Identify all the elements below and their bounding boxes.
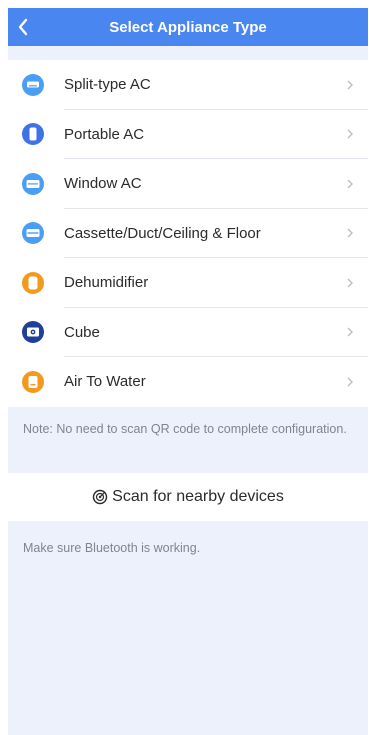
appliance-label: Split-type AC bbox=[64, 76, 151, 94]
portable-ac-icon bbox=[22, 123, 44, 146]
scan-nearby-button[interactable]: Scan for nearby devices bbox=[8, 472, 368, 521]
split-ac-icon bbox=[22, 73, 44, 96]
qr-note: Note: No need to scan QR code to complet… bbox=[23, 421, 347, 436]
dehumidifier-icon bbox=[22, 271, 44, 294]
appliance-list: Split-type AC Portable AC Window AC Cass… bbox=[8, 60, 368, 407]
scan-label: Scan for nearby devices bbox=[112, 487, 284, 505]
cube-icon bbox=[22, 321, 44, 344]
appliance-row-dehumidifier[interactable]: Dehumidifier bbox=[8, 258, 368, 308]
app-screen: Select Appliance Type Split-type AC Port… bbox=[8, 8, 368, 735]
appliance-row-portable-ac[interactable]: Portable AC bbox=[8, 110, 368, 159]
chevron-right-icon bbox=[347, 327, 353, 337]
appliance-label: Window AC bbox=[64, 175, 142, 193]
chevron-right-icon bbox=[347, 228, 353, 238]
appliance-label: Dehumidifier bbox=[64, 274, 149, 292]
appliance-label: Portable AC bbox=[64, 125, 145, 143]
page-title: Select Appliance Type bbox=[109, 18, 267, 36]
header-bar: Select Appliance Type bbox=[8, 8, 368, 46]
bluetooth-note: Make sure Bluetooth is working. bbox=[23, 540, 201, 555]
chevron-left-icon bbox=[18, 18, 28, 36]
chevron-right-icon bbox=[347, 129, 353, 139]
appliance-row-cube[interactable]: Cube bbox=[8, 308, 368, 357]
appliance-row-cassette[interactable]: Cassette/Duct/Ceiling & Floor bbox=[8, 209, 368, 258]
air-to-water-icon bbox=[22, 370, 44, 393]
cassette-ac-icon bbox=[22, 222, 44, 245]
window-ac-icon bbox=[22, 172, 44, 195]
appliance-label: Air To Water bbox=[64, 373, 146, 391]
chevron-right-icon bbox=[347, 377, 353, 387]
chevron-right-icon bbox=[347, 179, 353, 189]
scan-icon bbox=[92, 489, 108, 504]
appliance-row-window-ac[interactable]: Window AC bbox=[8, 159, 368, 209]
appliance-row-air-to-water[interactable]: Air To Water bbox=[8, 357, 368, 407]
appliance-row-split-type-ac[interactable]: Split-type AC bbox=[8, 60, 368, 110]
spacer bbox=[8, 46, 368, 60]
back-button[interactable] bbox=[8, 8, 38, 46]
chevron-right-icon bbox=[347, 80, 353, 90]
chevron-right-icon bbox=[347, 278, 353, 288]
appliance-label: Cassette/Duct/Ceiling & Floor bbox=[64, 224, 261, 242]
appliance-label: Cube bbox=[64, 323, 100, 341]
